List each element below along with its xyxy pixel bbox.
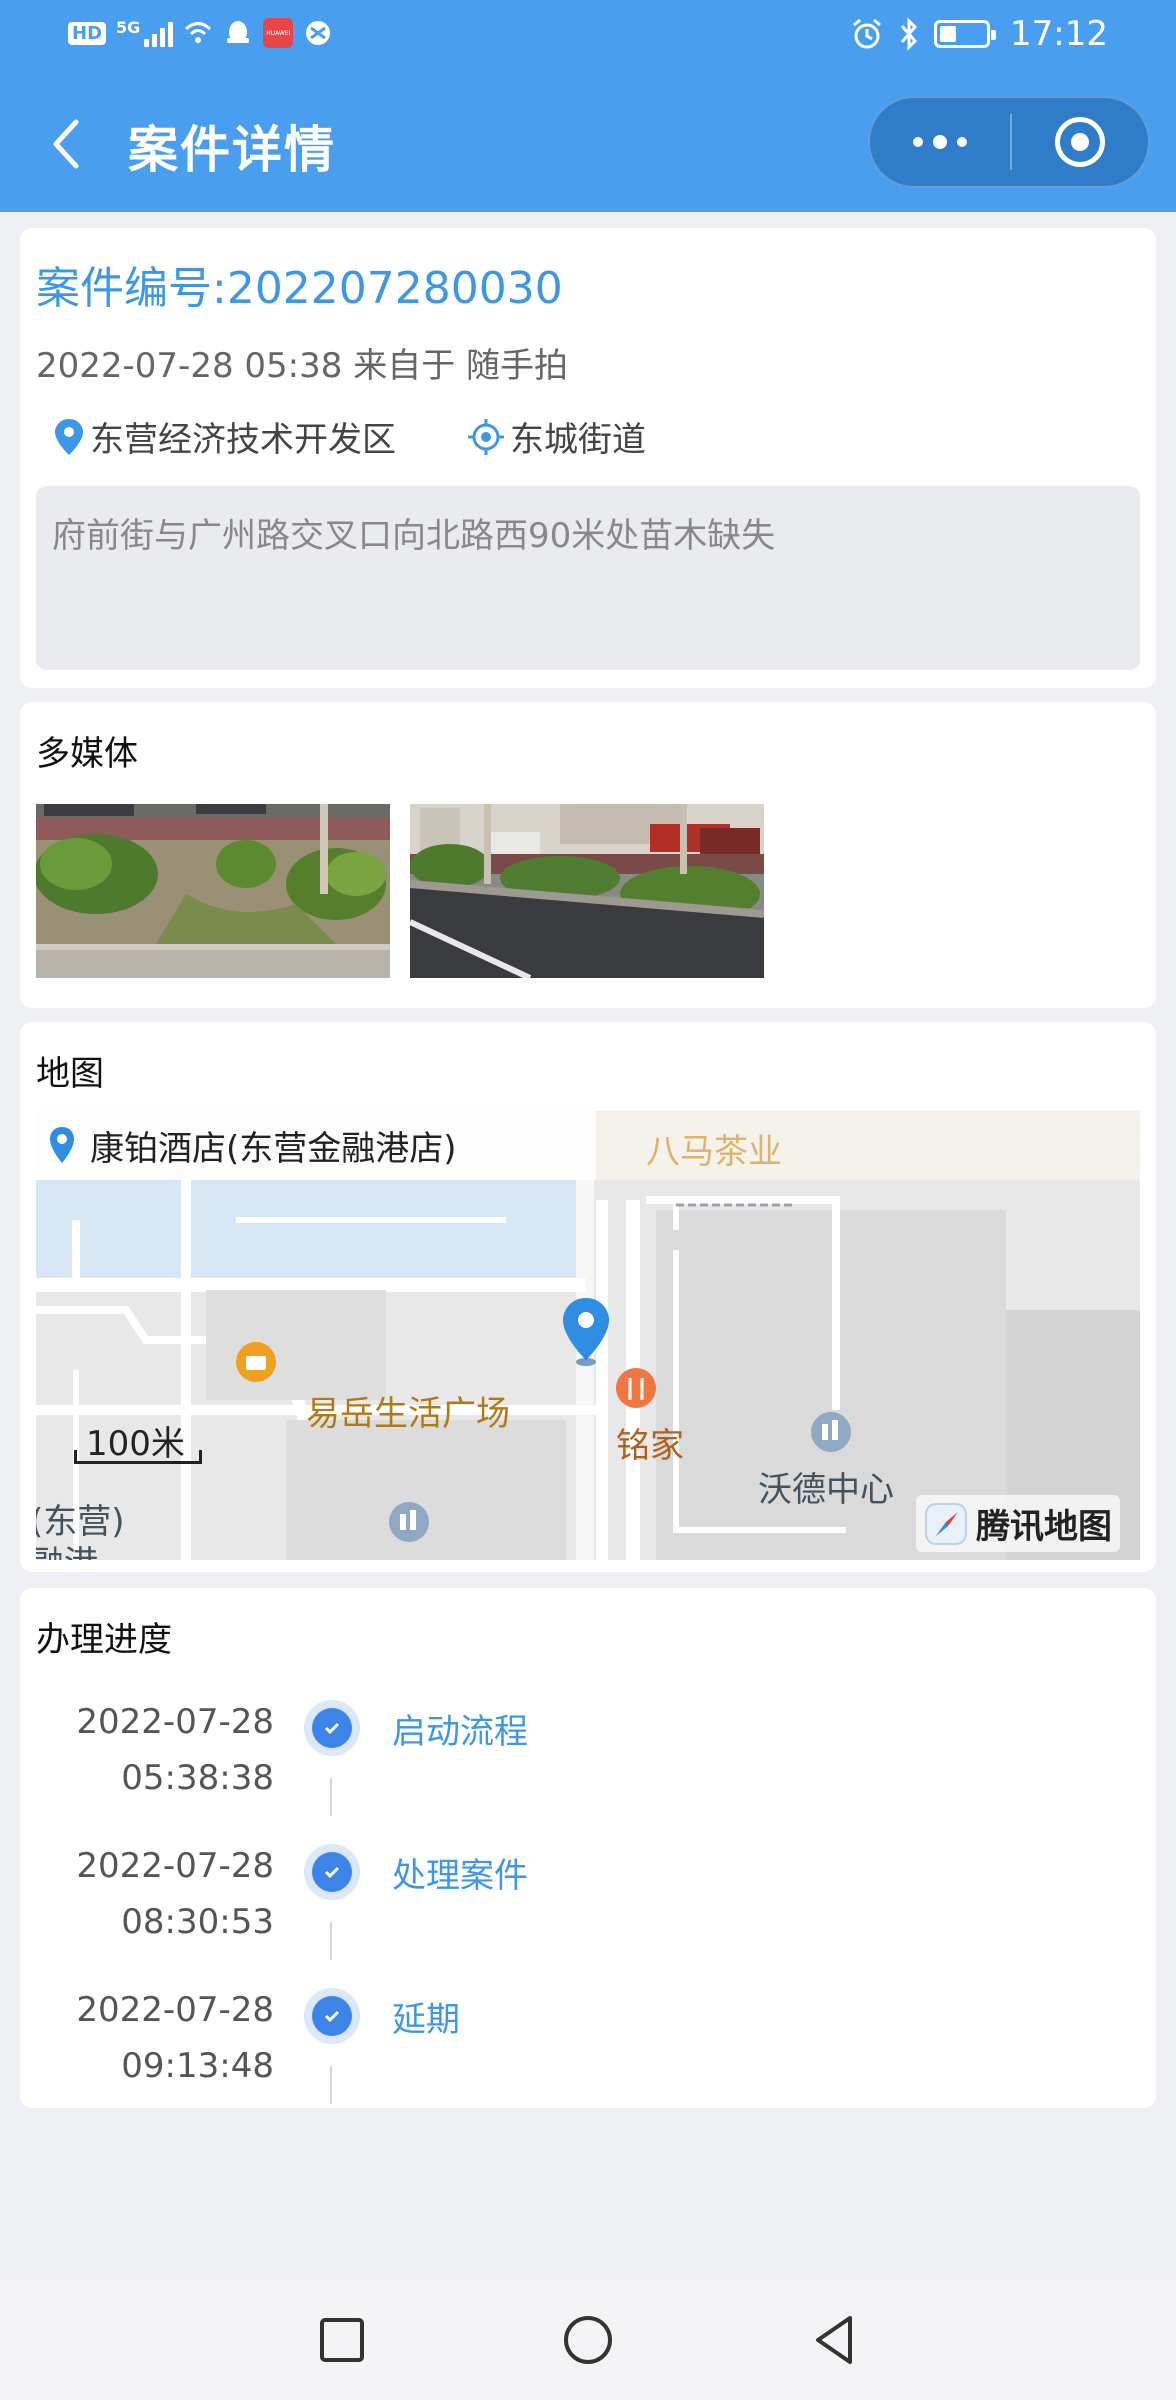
dot-icon bbox=[933, 135, 947, 149]
poi-label-mingjia: 铭家 bbox=[616, 1426, 684, 1466]
system-nav-bar bbox=[0, 2280, 1176, 2400]
map-card: 地图 康铂酒店(东营金融港店) 八马茶业 易岳生活广场 铭家 沃德中心 (东营)… bbox=[20, 1022, 1156, 1572]
progress-step: 2022-07-28 08:30:53 处理案件 bbox=[20, 1838, 1156, 1982]
step-time: 08:30:53 bbox=[121, 1902, 274, 1942]
dot-icon bbox=[957, 137, 967, 147]
step-date: 2022-07-28 bbox=[76, 1990, 274, 2030]
progress-step: 2022-07-28 09:13:48 延期 bbox=[20, 1982, 1156, 2126]
clock: 17:12 bbox=[1010, 14, 1108, 54]
back-button[interactable] bbox=[40, 108, 92, 180]
home-button[interactable] bbox=[558, 2310, 618, 2370]
step-datetime: 2022-07-28 05:38:38 bbox=[76, 1694, 274, 1806]
poi-label-center: 沃德中心 bbox=[758, 1470, 894, 1510]
poi-label-tea: 八马茶业 bbox=[646, 1132, 782, 1172]
status-right: 17:12 bbox=[850, 14, 1108, 54]
media-card: 多媒体 bbox=[20, 702, 1156, 1008]
location-row: 东营经济技术开发区 东城街道 bbox=[52, 412, 716, 461]
target-icon bbox=[1055, 117, 1105, 167]
alarm-icon bbox=[853, 18, 881, 49]
place-name: 康铂酒店(东营金融港店) bbox=[90, 1128, 457, 1169]
locate-icon bbox=[468, 418, 504, 455]
step-connector bbox=[330, 2066, 332, 2104]
district-tag: 东营经济技术开发区 bbox=[52, 412, 396, 461]
poi-label-plaza: 易岳生活广场 bbox=[306, 1394, 510, 1434]
recent-apps-button[interactable] bbox=[312, 2310, 372, 2370]
more-button[interactable] bbox=[870, 98, 1010, 186]
step-label[interactable]: 启动流程 bbox=[392, 1704, 528, 1753]
mini-program-capsule bbox=[868, 96, 1150, 188]
square-icon bbox=[320, 2318, 364, 2362]
map-place-banner: 康铂酒店(东营金融港店) bbox=[36, 1110, 596, 1180]
poi-label-ronggang: 融港 bbox=[36, 1536, 98, 1560]
map-section-title: 地图 bbox=[36, 1054, 104, 1094]
step-datetime: 2022-07-28 08:30:53 bbox=[76, 1838, 274, 1950]
battery-icon bbox=[934, 20, 997, 48]
signal-icon bbox=[144, 19, 174, 47]
step-status-dot bbox=[304, 1988, 360, 2044]
system-back-button[interactable] bbox=[804, 2310, 864, 2370]
map-view[interactable]: 康铂酒店(东营金融港店) 八马茶业 易岳生活广场 铭家 沃德中心 (东营) 融港… bbox=[36, 1110, 1140, 1560]
map-scale-bar bbox=[74, 1450, 202, 1464]
notification-icon bbox=[227, 21, 250, 43]
step-date: 2022-07-28 bbox=[76, 1702, 274, 1742]
progress-step: 2022-07-28 05:38:38 启动流程 bbox=[20, 1694, 1156, 1838]
step-datetime: 2022-07-28 09:13:48 bbox=[76, 1982, 274, 2094]
map-pin-icon bbox=[50, 1127, 74, 1163]
step-status-dot bbox=[304, 1844, 360, 1900]
check-icon bbox=[324, 2010, 340, 2023]
dot-icon bbox=[913, 137, 923, 147]
status-left: HD 5G HUAWEI bbox=[68, 18, 333, 48]
media-thumbnail[interactable] bbox=[36, 804, 390, 978]
network-type: 5G bbox=[116, 18, 141, 37]
step-connector bbox=[330, 1778, 332, 1816]
app-store-icon: HUAWEI bbox=[263, 18, 294, 48]
step-label[interactable]: 延期 bbox=[392, 1992, 460, 2041]
check-icon bbox=[324, 1722, 340, 1735]
chevron-left-icon bbox=[53, 119, 79, 169]
progress-section-title: 办理进度 bbox=[36, 1620, 172, 1660]
media-thumbnail[interactable] bbox=[410, 804, 764, 978]
wifi-icon bbox=[185, 22, 212, 43]
step-time: 05:38:38 bbox=[121, 1758, 274, 1798]
page-title: 案件详情 bbox=[128, 121, 336, 179]
compass-icon bbox=[925, 1502, 967, 1545]
step-connector bbox=[330, 1922, 332, 1960]
street-label: 东城街道 bbox=[510, 420, 646, 460]
bluetooth-icon bbox=[900, 17, 918, 51]
case-number: 案件编号:202207280030 bbox=[36, 263, 563, 314]
browser-icon bbox=[306, 21, 331, 45]
status-bar: HD 5G HUAWEI 17:12 bbox=[0, 0, 1176, 72]
step-date: 2022-07-28 bbox=[76, 1846, 274, 1886]
step-status-dot bbox=[304, 1700, 360, 1756]
map-provider-logo: 腾讯地图 bbox=[916, 1495, 1120, 1552]
photo-image bbox=[36, 804, 390, 978]
district-label: 东营经济技术开发区 bbox=[90, 420, 396, 460]
circle-icon bbox=[564, 2316, 612, 2364]
street-tag: 东城街道 bbox=[466, 412, 646, 461]
step-time: 09:13:48 bbox=[121, 2046, 274, 2086]
media-section-title: 多媒体 bbox=[36, 734, 138, 774]
case-meta: 2022-07-28 05:38 来自于 随手拍 bbox=[36, 346, 568, 386]
progress-card: 办理进度 2022-07-28 05:38:38 启动流程 2022-07-28… bbox=[20, 1588, 1156, 2108]
map-pin-icon bbox=[55, 418, 83, 455]
step-label[interactable]: 处理案件 bbox=[392, 1848, 528, 1897]
nav-bar: 案件详情 bbox=[0, 72, 1176, 212]
triangle-back-icon bbox=[816, 2316, 852, 2364]
case-description: 府前街与广州路交叉口向北路西90米处苗木缺失 bbox=[36, 486, 1140, 670]
map-provider-name: 腾讯地图 bbox=[976, 1507, 1112, 1547]
hd-indicator: HD bbox=[68, 21, 107, 45]
case-info-card: 案件编号:202207280030 2022-07-28 05:38 来自于 随… bbox=[20, 228, 1156, 688]
close-mini-program-button[interactable] bbox=[1012, 98, 1148, 186]
photo-image bbox=[410, 804, 764, 978]
check-icon bbox=[324, 1866, 340, 1879]
